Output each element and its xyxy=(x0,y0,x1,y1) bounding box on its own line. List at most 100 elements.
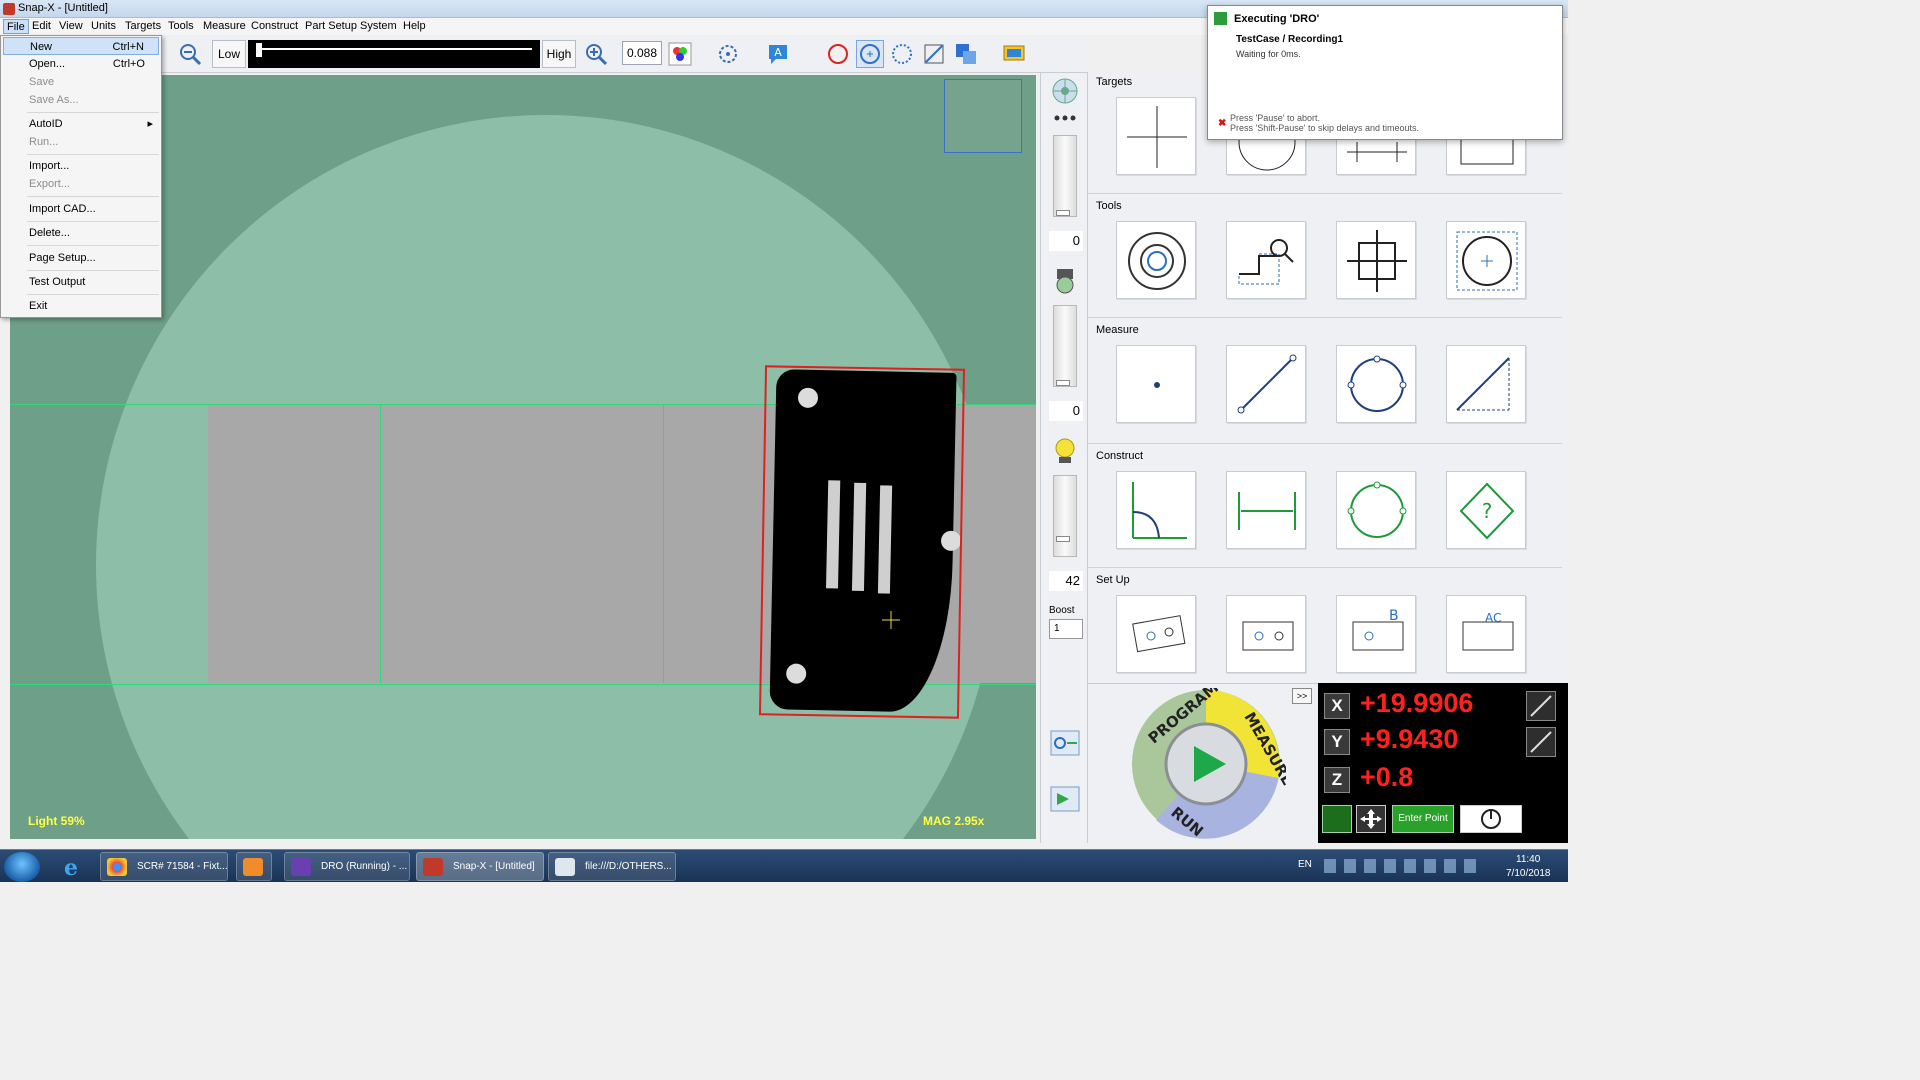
construct-unknown-tile[interactable]: ? xyxy=(1446,471,1526,549)
menu-exit[interactable]: Exit xyxy=(3,297,159,315)
overlay-icon[interactable] xyxy=(952,40,980,68)
menu-save-as: Save As... xyxy=(29,94,79,106)
measure-circle-tile[interactable] xyxy=(1336,345,1416,423)
construct-angle-tile[interactable] xyxy=(1116,471,1196,549)
z-axis-button[interactable]: Z xyxy=(1324,767,1350,793)
system-tray-icons[interactable] xyxy=(1324,859,1484,873)
focus-high-button[interactable]: High xyxy=(542,40,576,68)
setup-coordinate-tile[interactable]: AC xyxy=(1446,595,1526,673)
menu-run: Run... xyxy=(29,136,59,148)
task-file-browser[interactable]: file:///D:/OTHERS... xyxy=(548,852,676,881)
internet-explorer-icon[interactable]: e xyxy=(58,854,84,880)
coaxial-light-value[interactable]: 0 xyxy=(1049,401,1083,421)
menu-targets[interactable]: Targets xyxy=(122,19,164,34)
menu-measure[interactable]: Measure xyxy=(200,19,249,34)
boost-stepper[interactable]: 1 xyxy=(1049,619,1083,639)
menu-units[interactable]: Units xyxy=(88,19,119,34)
focus-slider[interactable] xyxy=(248,40,540,68)
color-channels-icon[interactable] xyxy=(666,40,694,68)
zoom-out-icon[interactable] xyxy=(176,40,204,68)
backlight-value[interactable]: 42 xyxy=(1049,571,1083,591)
clock-time[interactable]: 11:40 xyxy=(1516,854,1540,865)
menu-page-setup[interactable]: Page Setup... xyxy=(3,249,159,267)
annotation-icon[interactable]: A xyxy=(764,40,792,68)
power-icon[interactable] xyxy=(1460,805,1522,833)
task-snapx[interactable]: Snap-X - [Untitled] xyxy=(416,852,544,881)
crosshair-target-tile[interactable] xyxy=(1116,97,1196,175)
measure-line-tile[interactable] xyxy=(1226,345,1306,423)
setup-reference-tile[interactable]: B xyxy=(1336,595,1416,673)
camera-viewport[interactable]: Light 59% MAG 2.95x xyxy=(10,75,1036,839)
menu-construct[interactable]: Construct xyxy=(248,19,301,34)
dashed-circle-icon[interactable] xyxy=(888,40,916,68)
move-icon[interactable] xyxy=(1356,805,1386,833)
coaxial-light-icon[interactable] xyxy=(1053,267,1077,295)
circle-target-icon[interactable] xyxy=(824,40,852,68)
focus-slider-thumb[interactable] xyxy=(256,43,262,57)
circle-center-icon[interactable] xyxy=(856,40,884,68)
menu-part-setup[interactable]: Part Setup xyxy=(302,19,360,34)
probe-icon[interactable] xyxy=(1322,805,1352,833)
construct-circle-tile[interactable] xyxy=(1336,471,1416,549)
zoom-value-field[interactable]: 0.088 xyxy=(622,41,662,65)
language-indicator[interactable]: EN xyxy=(1298,859,1312,870)
setup-align-tile[interactable] xyxy=(1116,595,1196,673)
construct-distance-tile[interactable] xyxy=(1226,471,1306,549)
menu-test-output[interactable]: Test Output xyxy=(3,273,159,291)
ring-light-value[interactable]: 0 xyxy=(1049,231,1083,251)
auto-circle-tool-tile[interactable] xyxy=(1446,221,1526,299)
slider-knob[interactable] xyxy=(1056,380,1070,386)
notification-step[interactable]: TestCase / Recording1 xyxy=(1236,34,1343,45)
slider-knob[interactable] xyxy=(1056,536,1070,542)
menu-delete[interactable]: Delete... xyxy=(3,224,159,242)
start-button[interactable] xyxy=(4,852,40,882)
backlight-slider[interactable] xyxy=(1053,475,1077,557)
task-media-player[interactable] xyxy=(236,852,272,881)
setup-rotate-tile[interactable] xyxy=(1226,595,1306,673)
menu-file[interactable]: File xyxy=(3,19,29,34)
x-axis-button[interactable]: X xyxy=(1324,693,1350,719)
expand-button[interactable]: >> xyxy=(1292,688,1312,704)
menu-help[interactable]: Help xyxy=(400,19,429,34)
line-tool-icon[interactable] xyxy=(920,40,948,68)
edge-detect-icon[interactable] xyxy=(714,40,742,68)
zoom-in-icon[interactable] xyxy=(582,40,610,68)
ring-light-icon[interactable] xyxy=(1051,77,1079,105)
minimap[interactable] xyxy=(944,79,1022,153)
svg-text:?: ? xyxy=(1482,499,1493,523)
slider-knob[interactable] xyxy=(1056,210,1070,216)
run-step-icon[interactable] xyxy=(1049,785,1081,813)
units-toggle-icon[interactable] xyxy=(1526,691,1556,721)
measure-angle-tile[interactable] xyxy=(1446,345,1526,423)
circle-edge-tool-tile[interactable] xyxy=(1116,221,1196,299)
coaxial-light-slider[interactable] xyxy=(1053,305,1077,387)
menu-new[interactable]: New Ctrl+N xyxy=(3,37,159,55)
task-chrome[interactable]: SCR# 71584 - Fixt... xyxy=(100,852,228,881)
menu-tools[interactable]: Tools xyxy=(165,19,197,34)
construct-section-label: Construct xyxy=(1096,450,1144,462)
crosshair-tool-tile[interactable] xyxy=(1336,221,1416,299)
measure-point-tile[interactable] xyxy=(1116,345,1196,423)
menu-import[interactable]: Import... xyxy=(3,157,159,175)
mode-dial[interactable]: PROGRAM MEASURE RUN xyxy=(1126,688,1286,840)
settings-gear-icon[interactable] xyxy=(1049,729,1081,757)
menu-autoid[interactable]: AutoID ▸ xyxy=(3,115,159,133)
menu-open[interactable]: Open... Ctrl+O xyxy=(3,55,159,73)
more-dots-icon[interactable] xyxy=(1053,113,1077,123)
menu-system[interactable]: System xyxy=(357,19,400,34)
y-axis-button[interactable]: Y xyxy=(1324,729,1350,755)
file-window-icon xyxy=(555,858,575,876)
enter-point-button[interactable]: Enter Point xyxy=(1392,805,1454,833)
ring-light-slider[interactable] xyxy=(1053,135,1077,217)
clock-date[interactable]: 7/10/2018 xyxy=(1506,868,1551,879)
task-visual-studio[interactable]: DRO (Running) - ... xyxy=(284,852,410,881)
section-divider xyxy=(1088,567,1562,568)
menu-import-cad[interactable]: Import CAD... xyxy=(3,200,159,218)
menu-edit[interactable]: Edit xyxy=(29,19,54,34)
display-settings-icon[interactable] xyxy=(1000,40,1028,68)
menu-view[interactable]: View xyxy=(56,19,86,34)
coordinate-toggle-icon[interactable] xyxy=(1526,727,1556,757)
edge-finder-tool-tile[interactable] xyxy=(1226,221,1306,299)
focus-low-button[interactable]: Low xyxy=(212,40,246,68)
backlight-bulb-icon[interactable] xyxy=(1053,437,1077,465)
